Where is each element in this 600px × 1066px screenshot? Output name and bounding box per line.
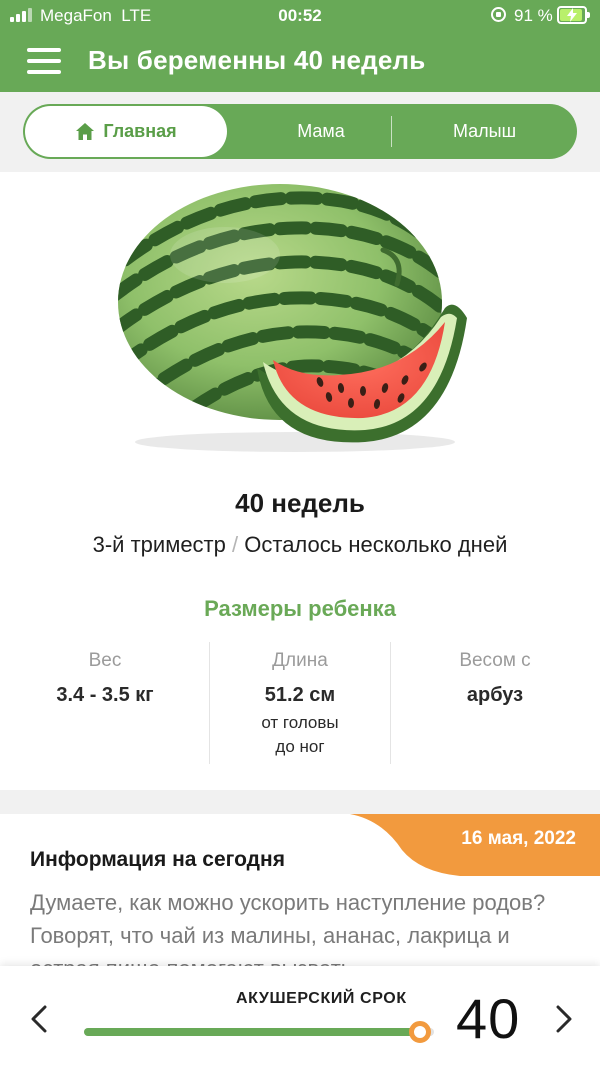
trimester-line: 3-й триместр / Осталось несколько дней	[0, 532, 600, 558]
previous-week-button[interactable]	[27, 1004, 53, 1034]
stat-length-note-line2: до ног	[275, 737, 325, 756]
battery-icon	[557, 6, 590, 24]
stat-length-note: от головы до ног	[210, 711, 390, 759]
current-week-number: 40	[456, 987, 521, 1050]
stat-length-value: 51.2 см	[264, 684, 336, 706]
stat-divider	[390, 642, 391, 764]
week-title: 40 недель	[235, 488, 365, 518]
tab-mama-label: Мама	[297, 121, 345, 141]
home-icon	[76, 123, 95, 140]
week-slider-fill	[84, 1028, 420, 1036]
battery-percent: 91 %	[514, 6, 553, 25]
status-bar: MegaFon LTE 00:52 91 %	[0, 0, 600, 32]
trimester-label: 3-й триместр	[92, 532, 226, 557]
stat-compare: Весом с арбуз	[405, 650, 585, 707]
remaining-label: Осталось несколько дней	[244, 532, 508, 557]
page-title: Вы беременны 40 недель	[88, 45, 426, 75]
stat-length: Длина 51.2 см от головы до ног	[210, 650, 390, 759]
date-label: 16 мая, 2022	[461, 828, 576, 849]
watermelon-illustration	[118, 184, 467, 452]
stat-compare-value: арбуз	[466, 684, 524, 706]
stat-length-label: Длина	[272, 650, 328, 671]
tabs-area: Мама Малыш Главная	[0, 92, 600, 172]
baby-sizes-title: Размеры ребенка	[204, 596, 396, 621]
tab-mama[interactable]: Мама	[229, 104, 413, 159]
trimester-separator: /	[232, 532, 239, 557]
stat-weight-label: Вес	[88, 650, 122, 671]
status-time: 00:52	[278, 6, 322, 25]
tab-baby-label: Малыш	[452, 121, 517, 141]
week-slider-track[interactable]	[84, 1028, 434, 1036]
tab-home-label: Главная	[103, 121, 177, 141]
tab-baby[interactable]: Малыш	[392, 104, 577, 159]
stat-length-note-line1: от головы	[261, 713, 339, 732]
orientation-lock-icon	[491, 7, 506, 22]
week-slider-thumb[interactable]	[409, 1021, 431, 1043]
segmented-tabs: Мама Малыш Главная	[23, 104, 577, 159]
obstetric-term-label: АКУШЕРСКИЙ СРОК	[236, 990, 407, 1007]
tab-home[interactable]: Главная	[25, 106, 227, 157]
app-header: MegaFon LTE 00:52 91 % Вы беременны 40 н…	[0, 0, 600, 92]
week-overview-card: 40 недель 3-й триместр / Осталось нескол…	[0, 172, 600, 790]
charging-bolt-icon	[567, 8, 577, 22]
date-badge: 16 мая, 2022	[350, 814, 600, 876]
hamburger-menu-icon[interactable]	[27, 48, 61, 74]
stat-weight: Вес 3.4 - 3.5 кг	[15, 650, 195, 707]
stat-weight-value: 3.4 - 3.5 кг	[56, 684, 154, 706]
obstetric-term-bar: АКУШЕРСКИЙ СРОК 40	[0, 966, 600, 1066]
stat-compare-label: Весом с	[459, 650, 531, 671]
info-title: Информация на сегодня	[30, 848, 285, 871]
next-week-button[interactable]	[550, 1004, 576, 1034]
